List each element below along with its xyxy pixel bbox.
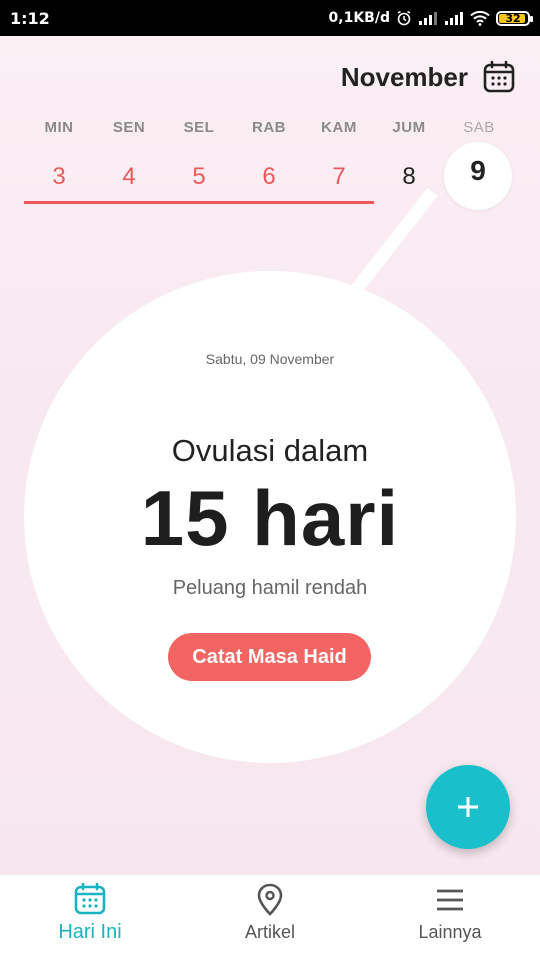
day-number: 6 bbox=[262, 163, 276, 190]
day-number: 3 bbox=[52, 163, 66, 190]
nav-item-more[interactable]: Lainnya bbox=[360, 875, 540, 960]
day-thursday[interactable]: KAM 7 bbox=[304, 116, 374, 192]
nav-item-articles[interactable]: Artikel bbox=[180, 875, 360, 960]
network-speed: 0,1KB/d bbox=[328, 10, 390, 26]
day-sunday[interactable]: MIN 3 bbox=[24, 116, 94, 192]
signal-icon bbox=[419, 12, 437, 25]
day-friday[interactable]: JUM 8 bbox=[374, 116, 444, 192]
day-of-week: SEN bbox=[112, 119, 146, 136]
ovulation-countdown: 15 hari bbox=[140, 474, 400, 562]
calendar-icon bbox=[483, 60, 515, 93]
status-time: 1:12 bbox=[10, 8, 50, 28]
day-number: 5 bbox=[192, 163, 206, 190]
day-of-week: KAM bbox=[321, 119, 357, 136]
period-range-bar bbox=[24, 201, 374, 204]
battery-icon: 32 bbox=[496, 10, 533, 26]
status-indicators: 0,1KB/d 32 bbox=[328, 10, 533, 26]
day-wednesday[interactable]: RAB 6 bbox=[234, 116, 304, 192]
day-of-week: SEL bbox=[183, 119, 215, 136]
day-saturday[interactable]: SAB bbox=[444, 116, 514, 140]
battery-level: 32 bbox=[505, 11, 521, 25]
location-pin-icon bbox=[257, 883, 283, 916]
day-of-week: JUM bbox=[392, 119, 426, 136]
wifi-icon bbox=[470, 10, 490, 26]
nav-label: Hari Ini bbox=[58, 921, 122, 943]
pregnancy-chance: Peluang hamil rendah bbox=[172, 577, 368, 599]
nav-label: Artikel bbox=[244, 922, 295, 942]
selected-day-number[interactable]: 9 bbox=[444, 155, 512, 187]
ovulation-label: Ovulasi dalam bbox=[171, 433, 369, 468]
calendar-icon bbox=[74, 883, 106, 915]
log-period-button[interactable]: Catat Masa Haid bbox=[168, 633, 371, 681]
bottom-nav: Hari Ini Artikel Lainnya bbox=[0, 874, 540, 960]
nav-item-today[interactable]: Hari Ini bbox=[0, 875, 180, 960]
day-number: 4 bbox=[122, 163, 136, 190]
nav-label: Lainnya bbox=[418, 922, 482, 942]
selected-date: Sabtu, 09 November bbox=[205, 351, 335, 367]
month-title: November bbox=[340, 62, 468, 92]
calendar-button[interactable] bbox=[482, 60, 516, 94]
day-monday[interactable]: SEN 4 bbox=[94, 116, 164, 192]
add-fab-button[interactable] bbox=[426, 765, 510, 849]
alarm-icon bbox=[397, 10, 411, 26]
day-of-week: RAB bbox=[252, 119, 286, 136]
status-bar: 1:12 0,1KB/d 32 bbox=[0, 0, 540, 36]
signal-icon bbox=[445, 12, 463, 25]
day-number: 7 bbox=[332, 163, 346, 190]
plus-icon bbox=[458, 797, 478, 817]
day-of-week: MIN bbox=[44, 119, 74, 136]
day-number: 8 bbox=[402, 163, 416, 190]
day-of-week: SAB bbox=[463, 119, 495, 136]
day-tuesday[interactable]: SEL 5 bbox=[164, 116, 234, 192]
cycle-summary-circle: Sabtu, 09 November Ovulasi dalam 15 hari… bbox=[24, 271, 516, 763]
menu-icon bbox=[437, 889, 463, 911]
